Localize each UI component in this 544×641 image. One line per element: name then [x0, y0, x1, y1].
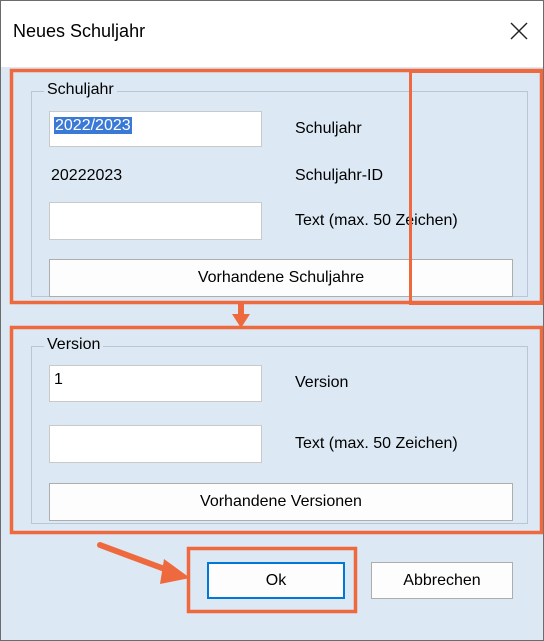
version-text-label: Text (max. 50 Zeichen)	[295, 435, 458, 452]
close-icon	[510, 22, 528, 40]
schuljahr-id-label: Schuljahr-ID	[295, 167, 384, 184]
version-label: Version	[295, 374, 349, 391]
cancel-button[interactable]: Abbrechen	[371, 562, 513, 599]
ok-button[interactable]: Ok	[207, 562, 345, 599]
window-title: Neues Schuljahr	[13, 21, 146, 41]
schuljahr-group-legend: Schuljahr	[44, 81, 117, 99]
version-text-input[interactable]	[49, 425, 262, 463]
schuljahr-label: Schuljahr	[295, 120, 362, 137]
existing-versionen-button[interactable]: Vorhandene Versionen	[49, 483, 513, 521]
version-group-legend: Version	[44, 336, 104, 354]
schuljahr-id-value: 20222023	[51, 167, 123, 184]
close-button[interactable]	[505, 17, 533, 45]
schuljahr-input[interactable]: 2022/2023	[49, 111, 262, 147]
version-input[interactable]: 1	[49, 365, 262, 402]
schuljahr-highlight-frame-right	[409, 70, 543, 305]
dialog-window: Neues Schuljahr Schuljahr 2022/2023 Schu…	[0, 0, 544, 641]
schuljahr-input-value: 2022/2023	[54, 117, 132, 134]
title-bar: Neues Schuljahr	[1, 1, 543, 67]
schuljahr-text-input[interactable]	[49, 202, 262, 240]
